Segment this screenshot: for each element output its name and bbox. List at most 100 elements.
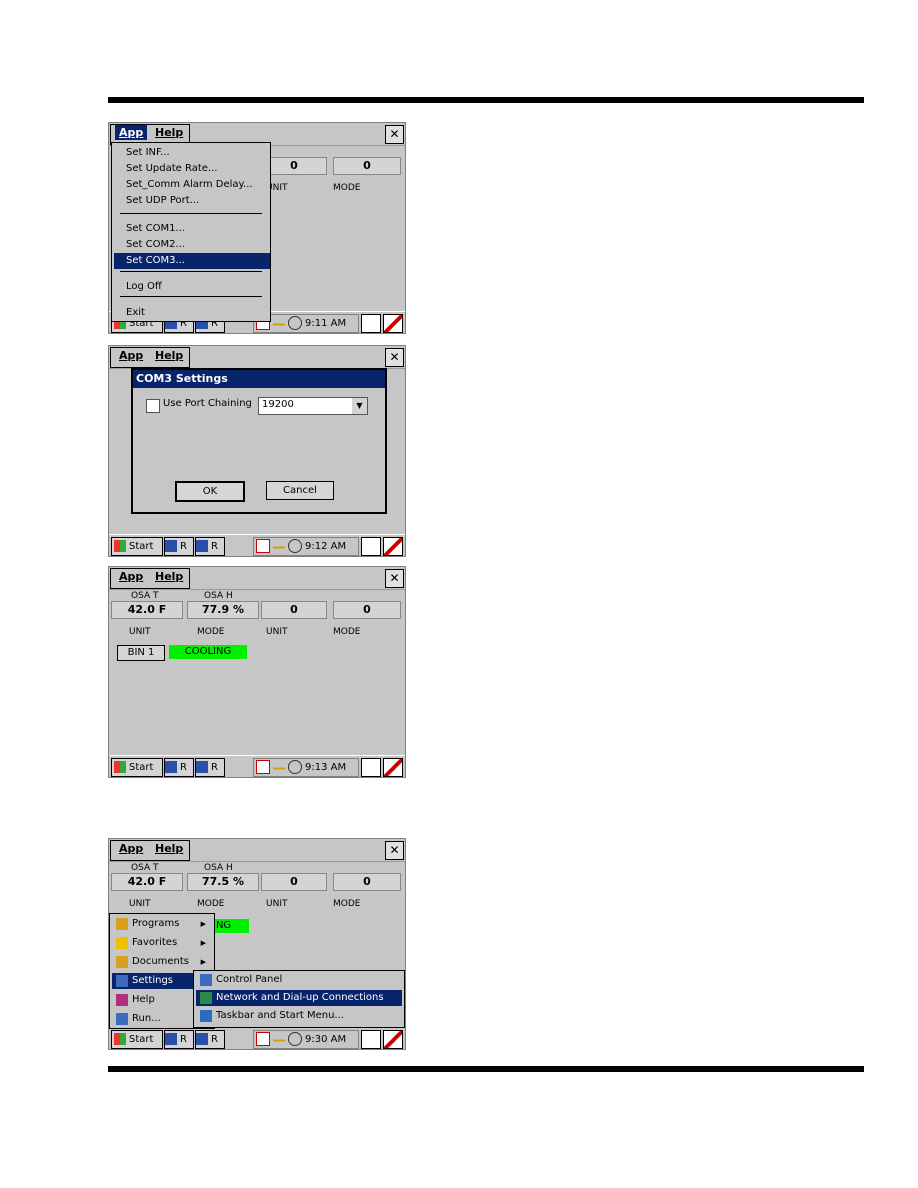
settings-submenu-item[interactable]: Network and Dial-up Connections [196,990,402,1006]
start-menu-item-documents[interactable]: Documents ▶ [112,954,210,970]
usb-icon[interactable] [288,760,302,774]
input-panel-button[interactable] [383,537,403,556]
value-box: 42.0 F [111,601,183,619]
clock[interactable]: 9:13 AM [305,762,346,773]
menu-help[interactable]: Help [151,348,187,363]
column-label: MODE [333,183,361,193]
task-label: R [180,762,187,773]
desktop-button[interactable] [361,314,381,333]
network-icon[interactable] [273,761,285,773]
close-button[interactable]: ✕ [385,569,404,588]
menu-item[interactable]: Set UDP Port... [114,193,270,209]
start-button[interactable]: Start [111,537,163,556]
close-button[interactable]: ✕ [385,841,404,860]
submenu-item-icon [200,974,212,986]
usb-icon[interactable] [288,1032,302,1046]
clock[interactable]: 9:12 AM [305,541,346,552]
cancel-button[interactable]: Cancel [266,481,334,500]
task-button-2[interactable]: R [195,537,225,556]
task-label: R [211,762,218,773]
baud-rate-value: 19200 [262,399,294,410]
clock[interactable]: 9:30 AM [305,1034,346,1045]
screenshot-main-cooling: App Help ✕ Start R R 9:13 AM OSA T OSA H 42.0 F 77… [108,566,406,778]
network-icon[interactable] [273,1033,285,1045]
network-icon[interactable] [273,540,285,552]
menu-help[interactable]: Help [151,569,187,584]
column-label: UNIT [129,627,151,637]
com3-settings-dialog: COM3 Settings Use Port Chaining 19200 ▼ OK Ca… [131,368,387,514]
desktop-button[interactable] [361,537,381,556]
help-icon [116,994,128,1006]
input-panel-button[interactable] [383,1030,403,1049]
start-label: Start [129,762,154,773]
column-label: UNIT [266,627,288,637]
menu-app[interactable]: App [115,841,147,856]
task-button-1[interactable]: R [164,1030,194,1049]
task-button-2[interactable]: R [195,1030,225,1049]
menu-item[interactable]: Set INF... [114,145,270,161]
menu-item[interactable]: Set COM2... [114,237,270,253]
column-label: MODE [197,899,225,909]
menu-item[interactable]: Exit [114,305,270,321]
value-box: 0 [261,601,327,619]
value-box: 0 [261,873,327,891]
close-button[interactable]: ✕ [385,125,404,144]
menu-item[interactable]: Set_Comm Alarm Delay... [114,177,270,193]
menu-item[interactable]: Set COM3... [114,253,270,269]
menu-item[interactable]: Set Update Rate... [114,161,270,177]
network-icon[interactable] [273,317,285,329]
start-button[interactable]: Start [111,758,163,777]
start-button[interactable]: Start [111,1030,163,1049]
menu-app[interactable]: App [115,569,147,584]
input-panel-button[interactable] [383,758,403,777]
run-icon [116,1013,128,1025]
ok-button[interactable]: OK [175,481,245,502]
menu-app[interactable]: App [115,125,148,140]
chevron-down-icon[interactable]: ▼ [352,398,367,414]
system-tray: 9:30 AM [253,1030,359,1049]
desktop-button[interactable] [361,1030,381,1049]
settings-submenu-item[interactable]: Control Panel [196,972,402,988]
settings-submenu-item[interactable]: Taskbar and Start Menu... [196,1008,402,1024]
submenu-arrow-icon: ▶ [200,958,206,966]
item-label: Control Panel [216,974,283,985]
start-menu-item-programs[interactable]: Programs ▶ [112,916,210,932]
menu-help[interactable]: Help [151,841,187,856]
item-label: Programs [132,918,180,929]
menu-separator [120,213,262,214]
clock[interactable]: 9:11 AM [305,318,346,329]
bin-1-button[interactable]: BIN 1 [117,645,165,661]
task-button-1[interactable]: R [164,537,194,556]
menu-app[interactable]: App [115,348,147,363]
task-button-1[interactable]: R [164,758,194,777]
usb-icon[interactable] [288,316,302,330]
app-icon [196,761,208,773]
desktop-button[interactable] [361,758,381,777]
settings-submenu: Control Panel Network and Dial-up Connect… [193,970,405,1028]
use-port-chaining-checkbox[interactable] [146,399,160,413]
osa-h-label: OSA H [204,591,233,601]
dialog-title: COM3 Settings [133,370,385,388]
value-box: 77.5 % [187,873,259,891]
task-label: R [180,1034,187,1045]
item-label: Taskbar and Start Menu... [216,1010,344,1021]
menu-help[interactable]: Help [151,125,187,140]
menu-bar: App Help ✕ [109,839,405,862]
menu-item[interactable]: Log Off [114,279,270,295]
submenu-item-icon [200,992,212,1004]
vnc-icon[interactable] [256,760,270,774]
column-label: UNIT [266,899,288,909]
menu-item[interactable]: Set COM1... [114,221,270,237]
baud-rate-select[interactable]: 19200 ▼ [258,397,368,415]
vnc-icon[interactable] [256,539,270,553]
close-button[interactable]: ✕ [385,348,404,367]
value-box: 0 [333,601,401,619]
start-menu-item-favorites[interactable]: Favorites ▶ [112,935,210,951]
usb-icon[interactable] [288,539,302,553]
task-label: R [211,1034,218,1045]
task-button-2[interactable]: R [195,758,225,777]
input-panel-button[interactable] [383,314,403,333]
vnc-icon[interactable] [256,1032,270,1046]
item-label: Help [132,994,155,1005]
checkbox-label: Use Port Chaining [163,398,252,409]
